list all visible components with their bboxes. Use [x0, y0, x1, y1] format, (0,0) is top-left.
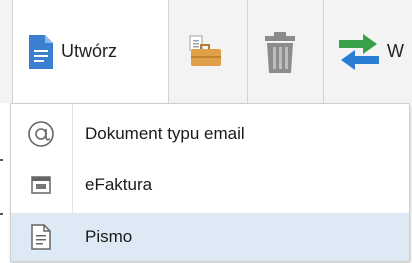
background-tick — [0, 213, 3, 215]
transfer-button-label: W — [387, 41, 404, 61]
menu-item-label: Dokument typu email — [85, 124, 245, 143]
briefcase-button[interactable] — [185, 0, 233, 103]
toolbar: Utwórz W — [0, 0, 412, 103]
menu-item-efaktura[interactable]: eFaktura — [11, 161, 409, 209]
create-dropdown-menu: Dokument typu email eFaktura Pismo — [10, 103, 410, 262]
create-button[interactable]: Utwórz — [12, 0, 169, 103]
toolbar-separator — [323, 0, 324, 103]
briefcase-icon — [185, 32, 225, 72]
invoice-icon — [27, 171, 55, 199]
menu-item-label: Pismo — [85, 227, 133, 246]
menu-item-pismo[interactable]: Pismo — [11, 213, 409, 261]
delete-button[interactable] — [262, 0, 306, 103]
create-button-label: Utwórz — [61, 41, 118, 61]
background-tick — [0, 159, 3, 161]
toolbar-separator — [247, 0, 248, 103]
transfer-button[interactable]: W — [337, 0, 412, 103]
menu-item-email-document[interactable]: Dokument typu email — [11, 110, 409, 158]
arrows-exchange-icon — [337, 32, 381, 72]
document-icon — [29, 34, 53, 69]
at-sign-icon — [27, 120, 55, 148]
letter-document-icon — [27, 223, 55, 251]
trash-icon — [262, 29, 298, 75]
menu-item-label: eFaktura — [85, 175, 153, 194]
